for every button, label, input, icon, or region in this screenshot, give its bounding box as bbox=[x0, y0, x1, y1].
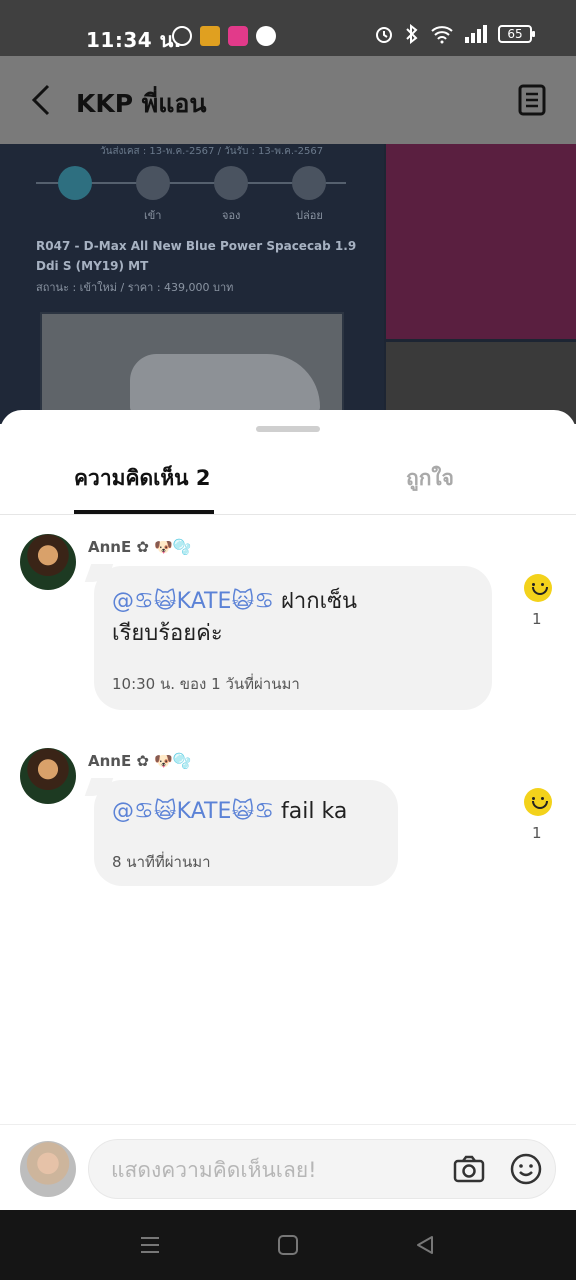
like-count: 1 bbox=[532, 610, 542, 628]
bluetooth-icon bbox=[406, 24, 418, 44]
emoji-icon[interactable] bbox=[509, 1152, 543, 1186]
chat-header: KKP พี่แอน bbox=[0, 56, 576, 144]
tab-divider bbox=[0, 514, 576, 515]
comment-author[interactable]: AnnE ✿ 🐶🫧 bbox=[88, 752, 192, 770]
alarm-icon bbox=[376, 27, 392, 43]
comment-bubble[interactable]: @♋🙀KATE🙀♋ ฝากเซ็น เรียบร้อยค่ะ 10:30 น. … bbox=[94, 566, 492, 710]
background-date-line: วันส่งเคส : 13-พ.ค.-2567 / วันรับ : 13-พ… bbox=[100, 146, 324, 157]
home-nav-icon[interactable] bbox=[277, 1234, 299, 1256]
background-car-photo bbox=[40, 312, 344, 424]
status-time: 11:34 น. bbox=[86, 28, 182, 52]
comment-text: @♋🙀KATE🙀♋ fail ka bbox=[112, 799, 348, 824]
background-status-text: สถานะ : เข้าใหม่ / ราคา : 439,000 บาท bbox=[36, 281, 234, 294]
app-notification-icon bbox=[172, 26, 192, 46]
menu-nav-icon[interactable] bbox=[139, 1234, 161, 1256]
background-post-card: วันส่งเคส : 13-พ.ค.-2567 / วันรับ : 13-พ… bbox=[0, 144, 384, 424]
sheet-drag-handle[interactable] bbox=[256, 426, 320, 432]
comment-input-bar bbox=[0, 1124, 576, 1210]
background-step-label: ปล่อย bbox=[296, 209, 323, 222]
battery-indicator: 65 bbox=[498, 25, 535, 43]
tab-comments[interactable]: ความคิดเห็น 2 bbox=[74, 462, 210, 495]
like-count: 1 bbox=[532, 824, 542, 842]
avatar[interactable] bbox=[20, 748, 76, 804]
background-step-label: เข้า bbox=[144, 209, 162, 222]
comments-sheet: ความคิดเห็น 2 ถูกใจ AnnE ✿ 🐶🫧 @♋🙀KATE🙀♋ … bbox=[0, 410, 576, 1210]
comment-mention[interactable]: @♋🙀KATE🙀♋ bbox=[112, 589, 274, 614]
camera-icon[interactable] bbox=[453, 1154, 485, 1184]
chrome-notification-icon bbox=[256, 26, 276, 46]
my-avatar bbox=[20, 1141, 76, 1197]
comment-bubble[interactable]: @♋🙀KATE🙀♋ fail ka 8 นาทีที่ผ่านมา bbox=[94, 780, 398, 886]
line-notification-icon bbox=[228, 26, 248, 46]
notes-icon[interactable] bbox=[518, 84, 546, 116]
comment-text: @♋🙀KATE🙀♋ ฝากเซ็น เรียบร้อยค่ะ bbox=[112, 589, 358, 646]
comment-input-container[interactable] bbox=[88, 1139, 556, 1199]
background-step-label: จอง bbox=[222, 209, 241, 222]
chat-title: KKP พี่แอน bbox=[76, 89, 207, 118]
comment-author[interactable]: AnnE ✿ 🐶🫧 bbox=[88, 538, 192, 556]
avatar[interactable] bbox=[20, 534, 76, 590]
signal-icon bbox=[465, 25, 487, 43]
shop-notification-icon bbox=[200, 26, 220, 46]
comment-input[interactable] bbox=[111, 1154, 441, 1186]
like-emoji-icon[interactable] bbox=[524, 574, 552, 602]
back-nav-icon[interactable] bbox=[414, 1234, 436, 1256]
comment-mention[interactable]: @♋🙀KATE🙀♋ bbox=[112, 799, 274, 824]
background-chat-content: วันส่งเคส : 13-พ.ค.-2567 / วันรับ : 13-พ… bbox=[0, 144, 576, 424]
background-model-text: R047 - D-Max All New Blue Power Spacecab… bbox=[36, 239, 357, 273]
status-bar: 11:34 น. 65 bbox=[0, 0, 576, 56]
back-arrow-icon[interactable] bbox=[28, 82, 58, 118]
like-emoji-icon[interactable] bbox=[524, 788, 552, 816]
background-progress-steps bbox=[36, 164, 346, 204]
status-indicators: 65 bbox=[374, 24, 535, 44]
comment-timestamp: 8 นาทีที่ผ่านมา bbox=[112, 853, 211, 871]
system-nav-bar bbox=[0, 1210, 576, 1280]
comment-timestamp: 10:30 น. ของ 1 วันที่ผ่านมา bbox=[112, 675, 300, 693]
wifi-icon bbox=[431, 26, 453, 44]
tab-likes[interactable]: ถูกใจ bbox=[406, 462, 454, 495]
background-id-card-image bbox=[386, 144, 576, 339]
